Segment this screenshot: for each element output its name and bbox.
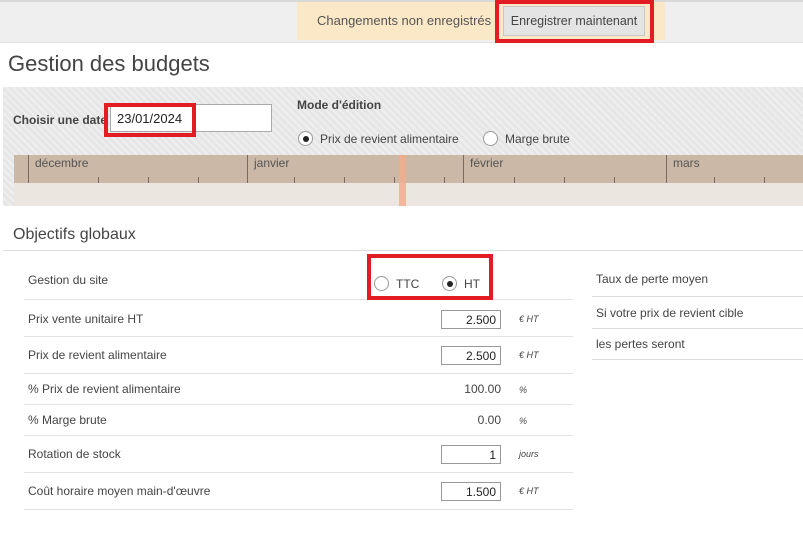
timeline-month-december: décembre <box>28 155 88 183</box>
row-food-cost: Prix de revient alimentaire € HT <box>24 337 573 374</box>
radio-checked-icon[interactable] <box>442 276 457 291</box>
unit-selling-price-input[interactable] <box>441 310 501 329</box>
row-label: Coût horaire moyen main-d'œuvre <box>28 484 211 498</box>
page-title: Gestion des budgets <box>8 51 210 76</box>
unsaved-changes-text: Changements non enregistrés <box>317 13 492 28</box>
mode-option-gross-margin[interactable]: Marge brute <box>483 131 570 146</box>
radio-unchecked-icon[interactable] <box>374 276 389 291</box>
save-now-button[interactable]: Enregistrer maintenant <box>503 6 645 36</box>
unit-label: € HT <box>519 314 539 324</box>
timeline-tick <box>98 177 99 183</box>
side-divider <box>592 359 803 360</box>
timeline-tick <box>444 177 445 183</box>
gross-margin-percent-value: 0.00 <box>477 413 501 427</box>
row-label: Prix de revient alimentaire <box>28 348 167 362</box>
row-unit-selling-price: Prix vente unitaire HT € HT <box>24 300 573 337</box>
row-stock-rotation: Rotation de stock jours <box>24 436 573 473</box>
labor-cost-input[interactable] <box>441 482 501 501</box>
row-label: % Prix de revient alimentaire <box>28 382 181 396</box>
row-label: Rotation de stock <box>28 447 121 461</box>
timeline-tick <box>564 177 565 183</box>
mode-option-food-cost-label: Prix de revient alimentaire <box>320 131 459 146</box>
section-divider <box>3 250 803 251</box>
date-input[interactable] <box>110 104 272 132</box>
mode-option-food-cost[interactable]: Prix de revient alimentaire <box>298 131 459 146</box>
timeline-tick <box>614 177 615 183</box>
row-label: % Marge brute <box>28 413 107 427</box>
radio-unchecked-icon[interactable] <box>483 131 498 146</box>
row-labor-cost: Coût horaire moyen main-d'œuvre € HT <box>24 473 573 510</box>
side-losses-text: les pertes seront <box>596 337 685 351</box>
row-food-cost-percent: % Prix de revient alimentaire 100.00 % <box>24 374 573 405</box>
timeline-month-january: janvier <box>247 155 289 183</box>
timeline-track[interactable] <box>14 183 803 206</box>
timeline-selected-date-marker[interactable] <box>399 155 406 206</box>
tax-option-ht-label: HT <box>464 276 480 291</box>
unit-label: € HT <box>519 486 539 496</box>
timeline-tick <box>148 177 149 183</box>
timeline-tick <box>294 177 295 183</box>
date-label: Choisir une date <box>13 113 108 127</box>
unit-label: % <box>519 385 528 395</box>
tax-option-ttc-label: TTC <box>396 276 420 291</box>
timeline-tick <box>514 177 515 183</box>
row-label: Prix vente unitaire HT <box>28 312 144 326</box>
date-timeline[interactable]: décembre janvier février mars <box>14 155 803 206</box>
timeline-tick <box>198 177 199 183</box>
stock-rotation-input[interactable] <box>441 445 501 464</box>
food-cost-input[interactable] <box>441 346 501 365</box>
tax-option-ttc[interactable]: TTC <box>374 276 419 291</box>
food-cost-percent-value: 100.00 <box>464 382 501 396</box>
budget-controls-panel: Choisir une date Mode d'édition Prix de … <box>3 87 803 206</box>
timeline-month-march: mars <box>666 155 700 183</box>
timeline-tick <box>344 177 345 183</box>
side-average-loss-rate: Taux de perte moyen <box>596 272 709 286</box>
edit-mode-label: Mode d'édition <box>297 98 382 112</box>
timeline-tick <box>714 177 715 183</box>
unit-label: jours <box>519 449 539 459</box>
timeline-month-february: février <box>463 155 503 183</box>
mode-option-gross-margin-label: Marge brute <box>505 131 570 146</box>
tax-option-ht[interactable]: HT <box>442 276 480 291</box>
row-gross-margin-percent: % Marge brute 0.00 % <box>24 405 573 436</box>
side-divider <box>592 296 803 297</box>
side-target-cost-text: Si votre prix de revient cible <box>596 306 744 320</box>
timeline-tick <box>764 177 765 183</box>
radio-checked-icon[interactable] <box>298 131 313 146</box>
unit-label: % <box>519 416 528 426</box>
site-management-label: Gestion du site <box>28 273 109 287</box>
row-site-management: Gestion du site TTC HT <box>24 260 573 300</box>
side-divider <box>592 328 803 329</box>
section-title-global-objectives: Objectifs globaux <box>13 226 136 243</box>
unit-label: € HT <box>519 350 539 360</box>
timeline-tick <box>394 177 395 183</box>
